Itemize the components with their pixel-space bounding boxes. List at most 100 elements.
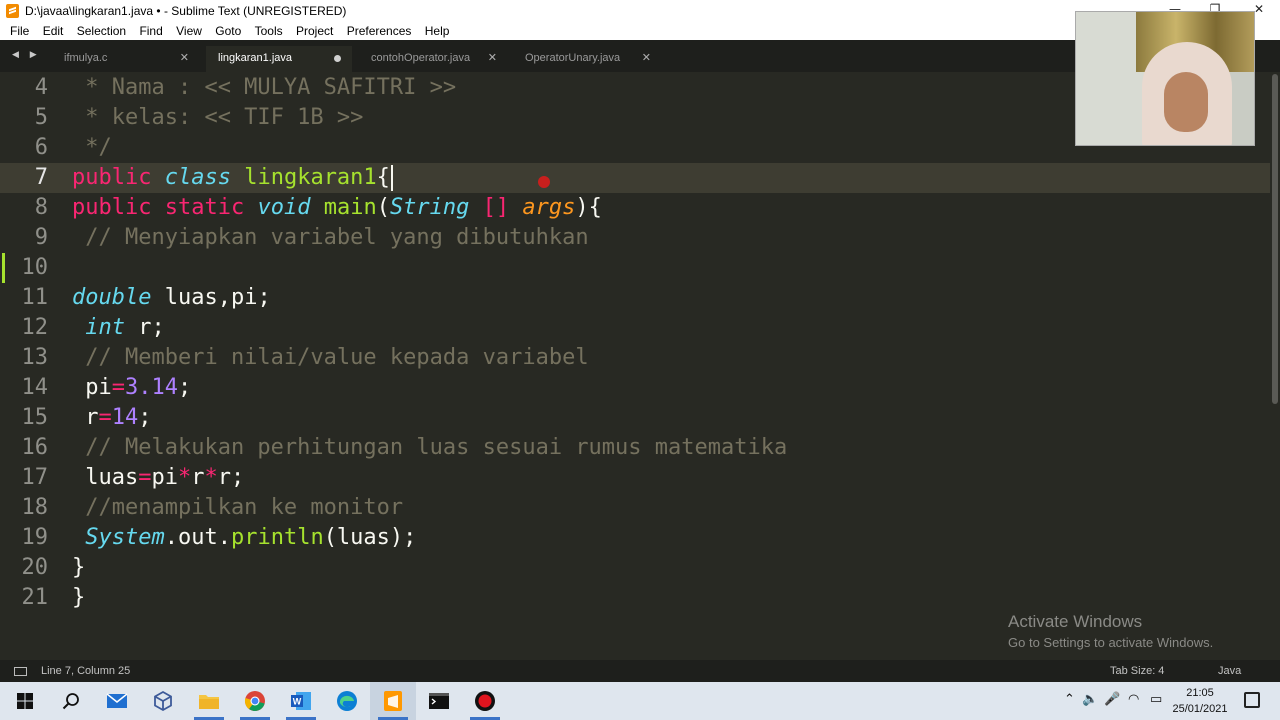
start-button[interactable] xyxy=(2,682,48,720)
activate-windows-watermark: Activate Windows Go to Settings to activ… xyxy=(1008,612,1213,650)
code-line[interactable]: 8 public static void main(String [] args)… xyxy=(0,193,1270,223)
code-token: luas,pi; xyxy=(151,285,271,310)
search-icon xyxy=(62,693,79,710)
command-prompt-app[interactable] xyxy=(416,682,462,720)
line-number: 19 xyxy=(21,525,49,550)
screen-recorder-app[interactable] xyxy=(462,682,508,720)
tab-close-icon[interactable]: ✕ xyxy=(488,46,497,70)
volume-icon[interactable]: 🔈 xyxy=(1082,692,1098,707)
code-token: double xyxy=(72,285,152,310)
menu-edit[interactable]: Edit xyxy=(43,22,64,40)
code-text: double luas,pi; xyxy=(72,283,271,313)
menu-preferences[interactable]: Preferences xyxy=(347,22,412,40)
code-token: 14 xyxy=(111,405,139,430)
tab-size-indicator[interactable]: Tab Size: 4 xyxy=(1110,665,1164,677)
code-token: // Melakukan perhitungan luas sesuai rum… xyxy=(72,435,788,460)
code-text: public class lingkaran1{ xyxy=(72,163,393,193)
terminal-icon xyxy=(429,693,449,709)
word-app[interactable]: W xyxy=(278,682,324,720)
wifi-icon[interactable]: ◠ xyxy=(1128,692,1139,707)
tab-label: lingkaran1.java xyxy=(218,52,292,64)
code-text: int r; xyxy=(72,313,165,343)
code-token: main xyxy=(323,195,377,220)
line-number: 12 xyxy=(21,315,49,340)
scrollbar-thumb[interactable] xyxy=(1272,74,1278,404)
search-button[interactable] xyxy=(48,682,94,720)
watermark-subtitle: Go to Settings to activate Windows. xyxy=(1008,635,1214,650)
chrome-app[interactable] xyxy=(232,682,278,720)
tab-label: contohOperator.java xyxy=(371,52,471,64)
svg-text:W: W xyxy=(293,697,302,707)
battery-icon[interactable]: ▭ xyxy=(1150,692,1162,707)
chrome-icon xyxy=(244,691,265,711)
code-token: r; xyxy=(125,315,165,340)
edge-app[interactable] xyxy=(324,682,370,720)
code-line[interactable]: 17 luas=pi*r*r; xyxy=(0,463,1270,493)
code-line[interactable]: 13 // Memberi nilai/value kepada variabe… xyxy=(0,343,1270,373)
line-number: 14 xyxy=(21,375,49,400)
code-line[interactable]: 19 System.out.println(luas); xyxy=(0,523,1270,553)
code-editor[interactable]: 4 * Nama : << MULYA SAFITRI >> 5 * kelas:… xyxy=(0,72,1270,660)
code-token: ; xyxy=(177,375,192,400)
code-line[interactable]: 20} xyxy=(0,553,1270,583)
tray-chevron-icon[interactable]: ⌃ xyxy=(1064,692,1075,707)
code-line[interactable]: 9 // Menyiapkan variabel yang dibutuhkan xyxy=(0,223,1270,253)
code-token: = xyxy=(138,465,152,490)
code-line[interactable]: 10 xyxy=(0,253,1270,283)
code-token: .out. xyxy=(164,525,231,550)
code-line[interactable]: 12 int r; xyxy=(0,313,1270,343)
code-token: ( xyxy=(376,195,390,220)
code-line[interactable]: 15 r=14; xyxy=(0,403,1270,433)
notification-center-icon[interactable] xyxy=(1244,692,1260,708)
sublime-text-app[interactable] xyxy=(370,682,416,720)
tab-close-icon[interactable]: ✕ xyxy=(642,46,651,70)
tab-ifmulya-c[interactable]: ifmulya.c ✕ xyxy=(52,46,197,72)
menu-selection[interactable]: Selection xyxy=(77,22,126,40)
clock[interactable]: 21:05 25/01/2021 xyxy=(1170,685,1230,717)
code-text: r=14; xyxy=(72,403,151,433)
modified-dot-icon[interactable] xyxy=(334,55,341,62)
tab-operatorunary-java[interactable]: OperatorUnary.java ✕ xyxy=(513,46,659,72)
menu-file[interactable]: File xyxy=(10,22,29,40)
menu-view[interactable]: View xyxy=(176,22,202,40)
mail-app[interactable] xyxy=(94,682,140,720)
webcam-face xyxy=(1164,72,1208,132)
menu-goto[interactable]: Goto xyxy=(215,22,241,40)
line-number: 20 xyxy=(21,555,49,580)
menu-help[interactable]: Help xyxy=(425,22,450,40)
code-token: public xyxy=(72,195,152,220)
code-token: r; xyxy=(217,465,245,490)
syntax-indicator[interactable]: Java xyxy=(1218,665,1241,677)
code-line[interactable]: 14 pi=3.14; xyxy=(0,373,1270,403)
code-line[interactable]: 16 // Melakukan perhitungan luas sesuai … xyxy=(0,433,1270,463)
code-token: * xyxy=(177,465,192,490)
edge-icon xyxy=(337,691,357,711)
microphone-icon[interactable]: 🎤 xyxy=(1104,692,1120,707)
menu-tools[interactable]: Tools xyxy=(255,22,283,40)
menu-find[interactable]: Find xyxy=(139,22,162,40)
line-number: 6 xyxy=(34,135,48,160)
code-text: // Memberi nilai/value kepada variabel xyxy=(72,343,588,373)
code-line[interactable]: 18 //menampilkan ke monitor xyxy=(0,493,1270,523)
text-cursor xyxy=(390,165,393,191)
panel-toggle-icon[interactable] xyxy=(14,667,27,676)
code-line[interactable]: 11 double luas,pi; xyxy=(0,283,1270,313)
tab-lingkaran1-java[interactable]: lingkaran1.java xyxy=(206,46,352,72)
3d-viewer-app[interactable] xyxy=(140,682,186,720)
line-number: 13 xyxy=(21,345,49,370)
code-token: int xyxy=(85,315,125,340)
tab-close-icon[interactable]: ✕ xyxy=(180,46,189,70)
code-token: r xyxy=(72,405,99,430)
code-line[interactable]: 7 public class lingkaran1{ xyxy=(0,163,1270,193)
tab-contohoperator-java[interactable]: contohOperator.java ✕ xyxy=(359,46,505,72)
tab-nav-arrows-icon[interactable]: ◀ ▶ xyxy=(12,50,41,60)
code-line[interactable]: 21} xyxy=(0,583,1270,613)
line-number: 4 xyxy=(34,75,48,100)
file-explorer-app[interactable] xyxy=(186,682,232,720)
menu-project[interactable]: Project xyxy=(296,22,333,40)
cursor-position[interactable]: Line 7, Column 25 xyxy=(41,665,130,677)
vertical-scrollbar[interactable] xyxy=(1270,72,1280,660)
code-token: * Nama : << MULYA SAFITRI >> xyxy=(72,75,457,100)
